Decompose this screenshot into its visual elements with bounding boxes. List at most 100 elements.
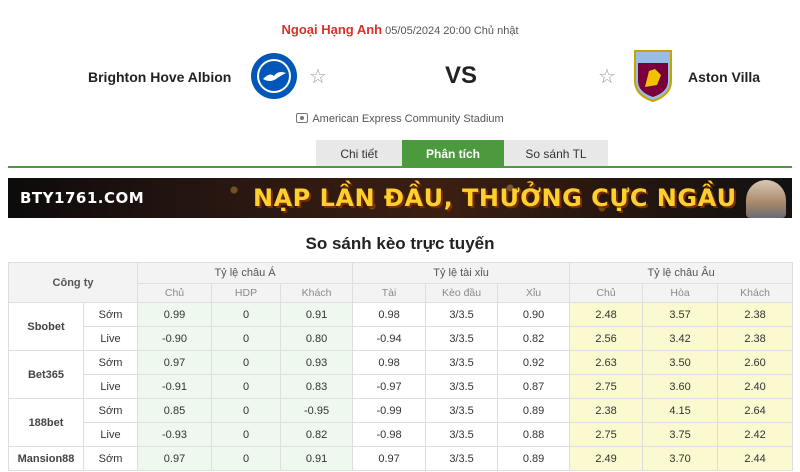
odds-value[interactable]: 0 xyxy=(211,302,282,327)
odds-type: Sớm xyxy=(82,350,139,375)
odds-value[interactable]: -0.99 xyxy=(352,398,427,423)
asia-odds-header: Tỷ lệ châu Á xyxy=(137,262,354,284)
favorite-home-star-icon[interactable]: ☆ xyxy=(309,67,327,87)
odds-value[interactable]: 0 xyxy=(211,422,282,447)
odds-value[interactable]: 2.63 xyxy=(569,350,644,375)
odds-value[interactable]: 0.98 xyxy=(352,350,427,375)
odds-value[interactable]: 2.38 xyxy=(717,326,794,351)
odds-value[interactable]: 3.70 xyxy=(642,446,719,471)
odds-value[interactable]: -0.97 xyxy=(352,374,427,399)
odds-value[interactable]: 0 xyxy=(211,398,282,423)
odds-value[interactable]: -0.93 xyxy=(137,422,213,447)
odds-value[interactable]: 2.75 xyxy=(569,422,644,447)
subheader-eu-draw: Hòa xyxy=(642,283,719,303)
odds-value[interactable]: 0.99 xyxy=(137,302,213,327)
odds-value[interactable]: 2.49 xyxy=(569,446,644,471)
odds-value[interactable]: 0.97 xyxy=(137,446,213,471)
over-under-header: Tỷ lệ tài xỉu xyxy=(352,262,571,284)
odds-value[interactable]: 0.92 xyxy=(497,350,571,375)
odds-value[interactable]: -0.98 xyxy=(352,422,427,447)
odds-value[interactable]: 3.57 xyxy=(642,302,719,327)
odds-value[interactable]: 3/3.5 xyxy=(425,446,499,471)
odds-value[interactable]: 2.48 xyxy=(569,302,644,327)
tab-chi-tiet[interactable]: Chi tiết xyxy=(316,140,402,168)
odds-value[interactable]: -0.94 xyxy=(352,326,427,351)
odds-value[interactable]: 2.56 xyxy=(569,326,644,351)
odds-value[interactable]: 0.89 xyxy=(497,446,571,471)
odds-value[interactable]: 2.64 xyxy=(717,398,794,423)
odds-row: Mansion88 Sớm 0.97 0 0.91 0.97 3/3.5 0.89 2.49 3.… xyxy=(8,446,794,471)
odds-value[interactable]: -0.90 xyxy=(137,326,213,351)
company-name[interactable]: 188bet xyxy=(8,398,84,447)
odds-value[interactable]: 2.42 xyxy=(717,422,794,447)
odds-value[interactable]: 3/3.5 xyxy=(425,326,499,351)
odds-value[interactable]: 0.93 xyxy=(280,350,354,375)
odds-type: Live xyxy=(82,422,139,447)
odds-value[interactable]: 2.38 xyxy=(569,398,644,423)
odds-type: Sớm xyxy=(82,302,139,327)
odds-value[interactable]: 3/3.5 xyxy=(425,398,499,423)
aston-villa-crest-icon xyxy=(634,50,672,103)
odds-value[interactable]: 0.97 xyxy=(137,350,213,375)
odds-value[interactable]: 4.15 xyxy=(642,398,719,423)
odds-value[interactable]: 2.40 xyxy=(717,374,794,399)
odds-value[interactable]: -0.95 xyxy=(280,398,354,423)
odds-value[interactable]: 0.91 xyxy=(280,446,354,471)
odds-value[interactable]: 0.85 xyxy=(137,398,213,423)
odds-value[interactable]: 0 xyxy=(211,326,282,351)
odds-value[interactable]: 0.91 xyxy=(280,302,354,327)
odds-value[interactable]: 3.50 xyxy=(642,350,719,375)
odds-value[interactable]: 2.38 xyxy=(717,302,794,327)
odds-value[interactable]: 0.87 xyxy=(497,374,571,399)
odds-value[interactable]: 0 xyxy=(211,446,282,471)
subheader-asia-hdp: HDP xyxy=(211,283,282,303)
odds-value[interactable]: 2.60 xyxy=(717,350,794,375)
banner-player-image xyxy=(746,180,786,218)
odds-value[interactable]: 3.75 xyxy=(642,422,719,447)
odds-value[interactable]: 0.82 xyxy=(497,326,571,351)
odds-value[interactable]: 0.82 xyxy=(280,422,354,447)
away-team-name[interactable]: Aston Villa xyxy=(688,69,760,85)
odds-value[interactable]: 0 xyxy=(211,350,282,375)
odds-value[interactable]: 3.42 xyxy=(642,326,719,351)
odds-type: Sớm xyxy=(82,446,139,471)
odds-value[interactable]: 3/3.5 xyxy=(425,374,499,399)
odds-value[interactable]: 0.98 xyxy=(352,302,427,327)
company-name[interactable]: Sbobet xyxy=(8,302,84,351)
banner-slogan: NẠP LẦN ĐẦU, THƯỞNG CỰC NGẦU xyxy=(253,184,737,212)
odds-value[interactable]: 2.44 xyxy=(717,446,794,471)
odds-value[interactable]: 0.90 xyxy=(497,302,571,327)
odds-value[interactable]: 0.89 xyxy=(497,398,571,423)
odds-value[interactable]: 0.80 xyxy=(280,326,354,351)
promo-banner[interactable]: BTY1761.COM NẠP LẦN ĐẦU, THƯỞNG CỰC NGẦU xyxy=(8,178,792,218)
odds-row: Live -0.91 0 0.83 -0.97 3/3.5 0.87 2.75 3.60 2.40 xyxy=(9,374,794,399)
odds-comparison-table: Công ty Tỷ lệ châu Á Tỷ lệ tài xỉu Tỷ lệ… xyxy=(7,262,794,471)
subheader-eu-away: Khách xyxy=(717,283,794,303)
subheader-eu-home: Chủ xyxy=(569,283,644,303)
brighton-crest-icon xyxy=(251,53,297,99)
tab-so-sanh-tl[interactable]: So sánh TL xyxy=(504,140,608,168)
company-name[interactable]: Mansion88 xyxy=(8,446,84,471)
home-team-name[interactable]: Brighton Hove Albion xyxy=(88,69,231,85)
banner-brand: BTY1761.COM xyxy=(20,189,145,207)
odds-value[interactable]: 2.75 xyxy=(569,374,644,399)
odds-value[interactable]: 0.83 xyxy=(280,374,354,399)
odds-table-body: Sbobet Sớm 0.99 0 0.91 0.98 3/3.5 0.90 2.48 3.57 2… xyxy=(8,302,794,471)
odds-value[interactable]: 3.60 xyxy=(642,374,719,399)
tab-phan-tich[interactable]: Phân tích xyxy=(402,140,504,168)
odds-value[interactable]: 0 xyxy=(211,374,282,399)
odds-value[interactable]: 3/3.5 xyxy=(425,350,499,375)
odds-value[interactable]: 0.88 xyxy=(497,422,571,447)
favorite-away-star-icon[interactable]: ☆ xyxy=(598,67,616,87)
odds-row: Bet365 Sớm 0.97 0 0.93 0.98 3/3.5 0.92 2.63 3.50 2… xyxy=(8,350,794,399)
subheader-ou-over: Tài xyxy=(352,283,427,303)
odds-value[interactable]: 3/3.5 xyxy=(425,302,499,327)
odds-value[interactable]: 0.97 xyxy=(352,446,427,471)
odds-value[interactable]: 3/3.5 xyxy=(425,422,499,447)
company-name[interactable]: Bet365 xyxy=(8,350,84,399)
league-name[interactable]: Ngoại Hạng Anh xyxy=(281,22,382,37)
odds-row: Live -0.93 0 0.82 -0.98 3/3.5 0.88 2.75 3.75 2.42 xyxy=(9,422,794,447)
subheader-ou-line: Kèo đầu xyxy=(425,283,499,303)
odds-value[interactable]: -0.91 xyxy=(137,374,213,399)
subheader-asia-away: Khách xyxy=(280,283,354,303)
